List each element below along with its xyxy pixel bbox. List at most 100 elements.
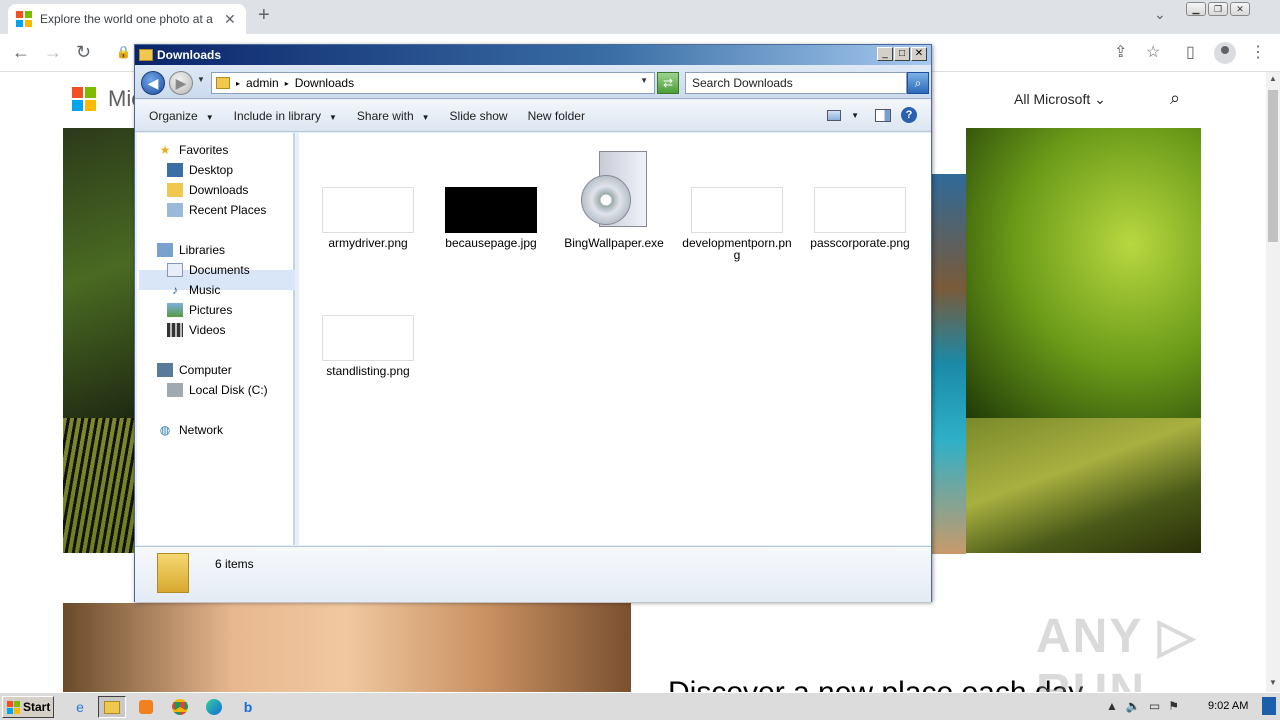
address-dropdown-icon[interactable]: ▼	[640, 76, 648, 85]
browser-tab[interactable]: Explore the world one photo at a time ✕	[8, 4, 246, 34]
profile-avatar[interactable]	[1214, 42, 1236, 64]
windows-logo-icon	[7, 700, 20, 714]
back-arrow-icon[interactable]: ←	[12, 42, 30, 63]
nav-documents[interactable]: Documents	[167, 263, 250, 277]
explorer-titlebar[interactable]: Downloads _ □ ✕	[135, 45, 931, 65]
lock-icon[interactable]: 🔒	[116, 45, 131, 59]
tab-title: Explore the world one photo at a time	[40, 12, 216, 26]
file-item[interactable]: BingWallpaper.exe	[559, 145, 669, 249]
browser-tab-strip: Explore the world one photo at a time ✕ …	[0, 0, 1280, 34]
tab-search-chevron-icon[interactable]: ⌄	[1154, 6, 1166, 23]
taskbar: Start e b ▲ 🔈 ▭ ⚑ 9:02 AM	[0, 692, 1280, 720]
start-label: Start	[23, 700, 51, 714]
nav-label: Network	[179, 423, 224, 437]
file-name: developmentporn.png	[682, 236, 792, 262]
minimize-button[interactable]: ▁	[1186, 2, 1206, 16]
nav-favorites[interactable]: ★ Favorites	[157, 143, 229, 157]
breadcrumb[interactable]: ▸ admin ▸ Downloads ▼	[211, 72, 655, 94]
nav-desktop[interactable]: Desktop	[167, 163, 233, 177]
share-with-menu[interactable]: Share with ▼	[357, 109, 430, 123]
reload-icon[interactable]: ↻	[76, 42, 91, 63]
computer-icon	[157, 363, 173, 377]
anyrun-watermark: ANY ▷ RUN	[1036, 610, 1197, 692]
close-window-button[interactable]: ✕	[1230, 2, 1250, 16]
forward-arrow-icon[interactable]: →	[44, 42, 62, 63]
breadcrumb-downloads[interactable]: Downloads	[295, 76, 354, 90]
nav-downloads[interactable]: Downloads	[167, 183, 248, 197]
clock[interactable]: 9:02 AM	[1208, 700, 1248, 712]
edge-icon[interactable]	[200, 696, 228, 718]
all-microsoft-menu[interactable]: All Microsoft ⌄	[1014, 91, 1106, 108]
explorer-taskbar-icon[interactable]	[98, 696, 126, 718]
change-view-icon[interactable]	[827, 109, 842, 121]
new-folder-button[interactable]: New folder	[528, 109, 585, 123]
breadcrumb-admin[interactable]: admin	[246, 76, 279, 90]
cherry-blossom-photo[interactable]	[63, 603, 631, 692]
leaf-photo[interactable]	[966, 128, 1201, 418]
breadcrumb-chevron-icon[interactable]: ▸	[285, 79, 289, 88]
maximize-button[interactable]: ❐	[1208, 2, 1228, 16]
share-icon[interactable]: ⇪	[1114, 42, 1127, 62]
scroll-down-icon[interactable]: ▼	[1269, 678, 1277, 687]
new-tab-button[interactable]: +	[258, 4, 270, 27]
organize-menu[interactable]: Organize ▼	[149, 109, 214, 123]
network-tray-icon[interactable]: ▭	[1149, 699, 1160, 713]
bookmark-star-icon[interactable]: ☆	[1146, 42, 1160, 62]
nav-network[interactable]: ◍ Network	[157, 423, 223, 437]
refresh-button[interactable]: ⇄	[657, 72, 679, 94]
lake-photo[interactable]	[932, 174, 966, 554]
item-count: 6 items	[215, 557, 254, 571]
explorer-forward-button[interactable]: ▶	[169, 71, 193, 95]
photo-tile-left[interactable]	[63, 128, 135, 418]
explorer-close-button[interactable]: ✕	[911, 47, 927, 61]
file-item[interactable]: standlisting.png	[313, 315, 423, 377]
show-desktop-button[interactable]	[1262, 697, 1276, 715]
include-in-library-menu[interactable]: Include in library ▼	[234, 109, 337, 123]
address-bar-area: ◀ ▶ ▼ ▸ admin ▸ Downloads ▼ ⇄ Search Dow…	[135, 65, 931, 99]
search-magnifier-icon[interactable]: ⌕	[907, 72, 929, 94]
file-item[interactable]: developmentporn.png	[682, 187, 792, 261]
zebra-photo[interactable]	[63, 418, 135, 553]
nav-pictures[interactable]: Pictures	[167, 303, 232, 317]
chevron-down-icon: ▼	[421, 112, 430, 122]
explorer-back-button[interactable]: ◀	[141, 71, 165, 95]
media-player-icon[interactable]	[132, 696, 160, 718]
hills-photo[interactable]	[966, 418, 1201, 553]
preview-pane-icon[interactable]	[875, 108, 891, 122]
explorer-minimize-button[interactable]: _	[877, 47, 893, 61]
scroll-up-icon[interactable]: ▲	[1269, 74, 1277, 83]
microsoft-brand[interactable]: Mic	[72, 86, 142, 112]
action-center-flag-icon[interactable]: ⚑	[1168, 699, 1179, 713]
png-thumbnail	[322, 315, 414, 361]
star-icon: ★	[159, 143, 171, 157]
nav-computer[interactable]: Computer	[157, 363, 232, 377]
breadcrumb-chevron-icon[interactable]: ▸	[236, 79, 240, 88]
slide-show-button[interactable]: Slide show	[450, 109, 508, 123]
explorer-maximize-button[interactable]: □	[894, 47, 910, 61]
nav-videos[interactable]: Videos	[167, 323, 225, 337]
start-button[interactable]: Start	[2, 696, 54, 718]
nav-libraries[interactable]: Libraries	[157, 243, 225, 257]
menu-kebab-icon[interactable]: ⋮	[1250, 42, 1266, 62]
nav-local-disk[interactable]: Local Disk (C:)	[167, 383, 268, 397]
file-item[interactable]: passcorporate.png	[805, 187, 915, 249]
nav-music[interactable]: ♪ Music	[167, 283, 220, 297]
file-item[interactable]: becausepage.jpg	[436, 187, 546, 249]
page-scrollbar[interactable]: ▲ ▼	[1266, 72, 1280, 692]
help-icon[interactable]: ?	[901, 107, 917, 123]
recent-pages-chevron-icon[interactable]: ▼	[197, 75, 205, 84]
tab-close-icon[interactable]: ✕	[224, 11, 236, 28]
scroll-thumb[interactable]	[1268, 90, 1278, 242]
view-chevron-icon[interactable]: ▼	[851, 111, 859, 120]
chrome-icon[interactable]	[166, 696, 194, 718]
volume-icon[interactable]: 🔈	[1126, 699, 1141, 713]
file-item[interactable]: armydriver.png	[313, 187, 423, 249]
show-hidden-icons-icon[interactable]: ▲	[1106, 699, 1118, 713]
side-panel-icon[interactable]: ▯	[1186, 42, 1195, 62]
search-icon[interactable]: ⌕	[1170, 88, 1180, 109]
bing-icon[interactable]: b	[234, 696, 262, 718]
search-downloads-field[interactable]: Search Downloads	[685, 72, 907, 94]
internet-explorer-icon[interactable]: e	[66, 696, 94, 718]
nav-recent-places[interactable]: Recent Places	[167, 203, 266, 217]
chevron-down-icon: ▼	[205, 112, 214, 122]
